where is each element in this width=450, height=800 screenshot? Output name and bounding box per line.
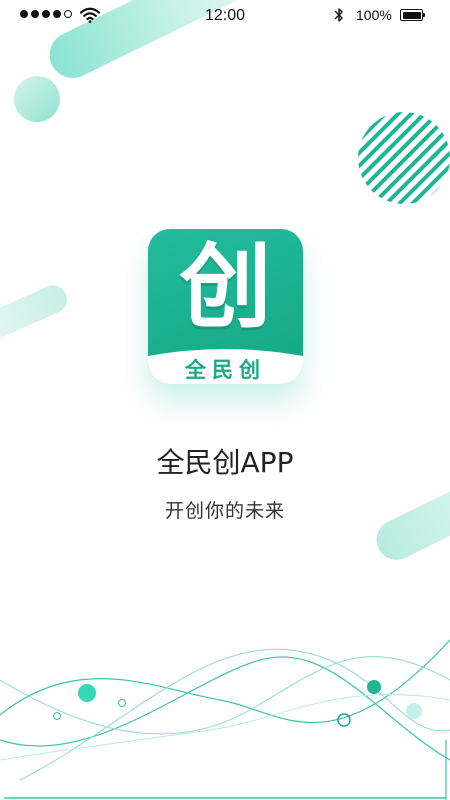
logo-band-text: 全民创: [185, 358, 266, 382]
decorative-circle-left: [14, 76, 60, 122]
logo-main-character: 创: [179, 234, 272, 341]
decorative-striped-circle: [358, 112, 450, 204]
status-bar: 12:00 100%: [0, 0, 450, 32]
battery-percent: 100%: [356, 7, 392, 23]
bluetooth-icon: [334, 8, 343, 22]
decorative-waves: [0, 639, 450, 800]
decorative-pill-left: [0, 280, 72, 348]
app-slogan: 开创你的未来: [164, 500, 285, 522]
app-title: 全民创APP: [156, 446, 294, 479]
battery-icon: [400, 9, 426, 21]
app-logo: 创 全民创: [148, 229, 303, 384]
splash-screen: 12:00 100% 创 全民创 全民创APP 开创你的未来: [0, 0, 450, 800]
